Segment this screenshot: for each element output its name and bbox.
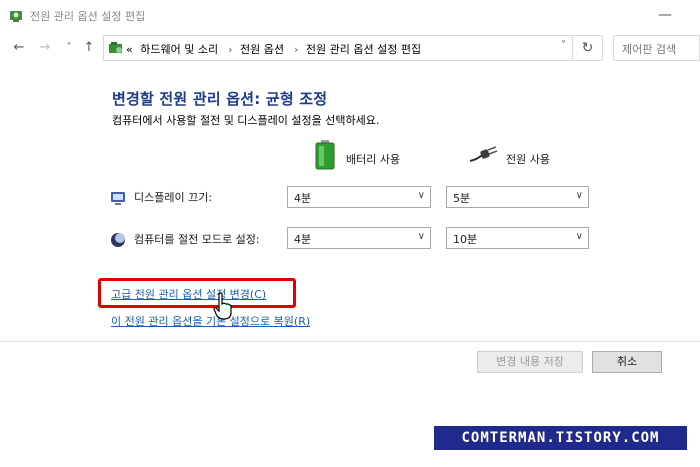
navigation-bar: ← → ˅ ↑ « 하드웨어 및 소리 › 전원 옵션 › 전원 관리 옵션 설정 … [0,32,700,64]
restore-defaults-link[interactable]: 이 전원 관리 옵션을 기본 설정으로 복원(R) [111,313,310,329]
chevron-down-icon: ∨ [417,190,425,201]
display-off-plugged-select[interactable]: 5분 ∨ [446,186,589,208]
title-bar: 전원 관리 옵션 설정 편집 — [0,0,700,32]
sleep-moon-icon [111,233,125,247]
power-options-icon [10,11,22,22]
cancel-button[interactable]: 취소 [592,351,662,373]
battery-icon [315,140,335,170]
recent-locations-button[interactable]: ˅ [60,38,78,58]
display-off-battery-select[interactable]: 4분 ∨ [287,186,431,208]
address-bar[interactable]: « 하드웨어 및 소리 › 전원 옵션 › 전원 관리 옵션 설정 편집 ˅ [103,35,573,61]
chevron-down-icon: ∨ [575,190,583,201]
search-input[interactable]: 제어판 검색 [613,35,700,61]
power-plug-icon [469,146,498,162]
battery-column-header: 배터리 사용 [314,140,434,175]
chevron-down-icon: ∨ [575,231,583,242]
hand-cursor-icon [213,292,232,320]
sleep-label: 컴퓨터를 절전 모드로 설정: [110,231,260,248]
watermark: COMTERMAN.TISTORY.COM [434,426,687,450]
sleep-battery-select[interactable]: 4분 ∨ [287,227,431,249]
display-icon [111,192,125,205]
window-title: 전원 관리 옵션 설정 편집 [30,10,146,23]
back-button[interactable]: ← [10,38,28,58]
plugged-in-column-header: 전원 사용 [468,145,588,175]
footer-divider [0,341,700,342]
page-title: 변경할 전원 관리 옵션: 균형 조정 [112,90,328,108]
chevron-down-icon[interactable]: ˅ [561,40,566,51]
minimize-button[interactable]: — [648,4,682,26]
chevron-right-icon: › [293,43,299,56]
page-description: 컴퓨터에서 사용할 절전 및 디스플레이 설정을 선택하세요. [112,114,380,127]
advanced-settings-link[interactable]: 고급 전원 관리 옵션 설정 변경(C) [111,286,266,302]
forward-button[interactable]: → [36,38,54,58]
chevron-right-icon: › [228,43,233,56]
control-panel-icon [109,42,122,53]
display-off-label: 디스플레이 끄기: [110,189,212,206]
sleep-plugged-select[interactable]: 10분 ∨ [446,227,589,249]
breadcrumb-edit-plan[interactable]: 전원 관리 옵션 설정 편집 [306,43,421,56]
chevron-down-icon: ∨ [417,231,425,242]
up-button[interactable]: ↑ [80,38,98,58]
breadcrumb: « 하드웨어 및 소리 › 전원 옵션 › 전원 관리 옵션 설정 편집 [126,41,425,57]
refresh-button[interactable]: ↻ [573,35,603,61]
breadcrumb-power-options[interactable]: 전원 옵션 [240,43,284,56]
save-changes-button[interactable]: 변경 내용 저장 [477,351,583,373]
breadcrumb-hardware-sound[interactable]: 하드웨어 및 소리 [140,43,218,56]
breadcrumb-overflow[interactable]: « [126,43,133,56]
